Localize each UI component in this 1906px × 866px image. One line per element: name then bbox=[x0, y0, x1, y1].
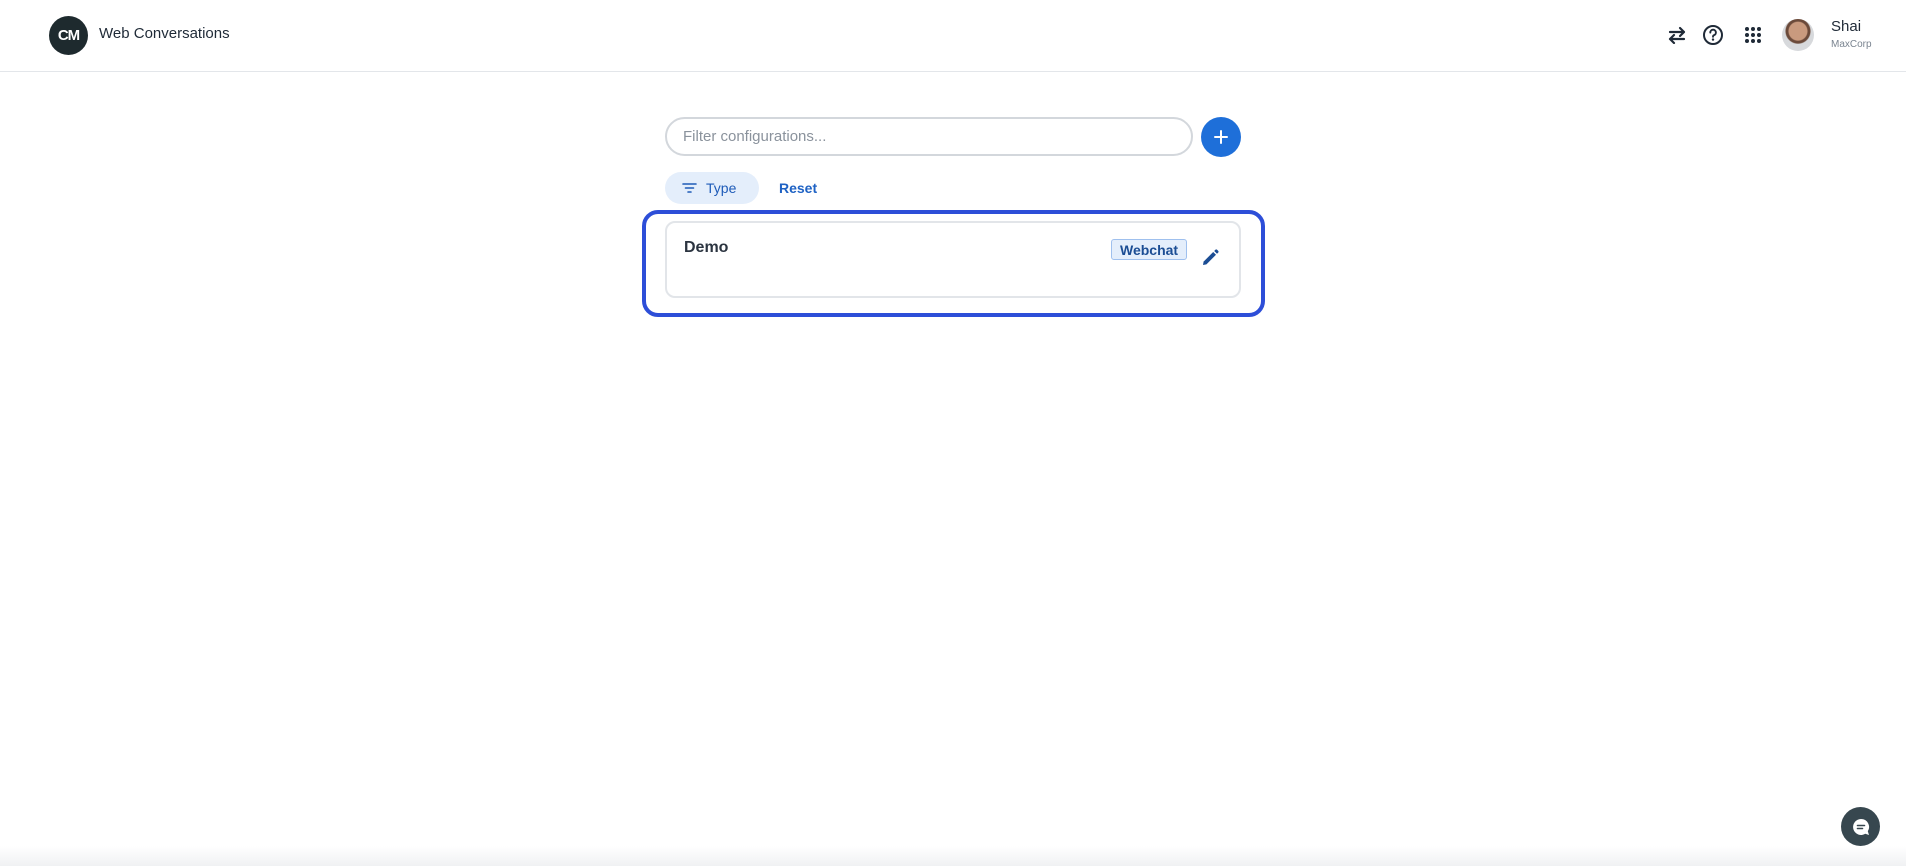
apps-grid-icon[interactable] bbox=[1740, 22, 1766, 48]
pencil-icon bbox=[1203, 249, 1219, 265]
edit-configuration-button[interactable] bbox=[1199, 247, 1221, 269]
chat-support-button[interactable] bbox=[1841, 807, 1880, 846]
reset-filters-link[interactable]: Reset bbox=[779, 180, 817, 196]
plus-icon bbox=[1214, 130, 1228, 144]
help-circle-icon[interactable] bbox=[1700, 22, 1726, 48]
app-title: Web Conversations bbox=[99, 25, 230, 42]
avatar[interactable] bbox=[1782, 19, 1814, 51]
configuration-card[interactable]: Demo Webchat bbox=[665, 221, 1241, 298]
chat-bubble-icon bbox=[1852, 818, 1869, 835]
type-filter-label: Type bbox=[706, 180, 737, 196]
configuration-name: Demo bbox=[684, 239, 729, 256]
add-configuration-button[interactable] bbox=[1201, 117, 1241, 157]
user-org: MaxCorp bbox=[1831, 39, 1872, 50]
filter-icon bbox=[682, 183, 697, 193]
filter-configurations-input[interactable] bbox=[665, 117, 1193, 156]
swap-arrows-icon[interactable] bbox=[1664, 22, 1690, 48]
user-name[interactable]: Shai bbox=[1831, 18, 1861, 35]
channel-type-badge: Webchat bbox=[1111, 239, 1188, 260]
cm-logo[interactable]: CM bbox=[49, 16, 88, 55]
type-filter-chip[interactable]: Type bbox=[665, 172, 759, 204]
top-bar: CM Web Conversations Shai MaxCorp bbox=[0, 0, 1906, 72]
bottom-shadow bbox=[0, 846, 1906, 866]
